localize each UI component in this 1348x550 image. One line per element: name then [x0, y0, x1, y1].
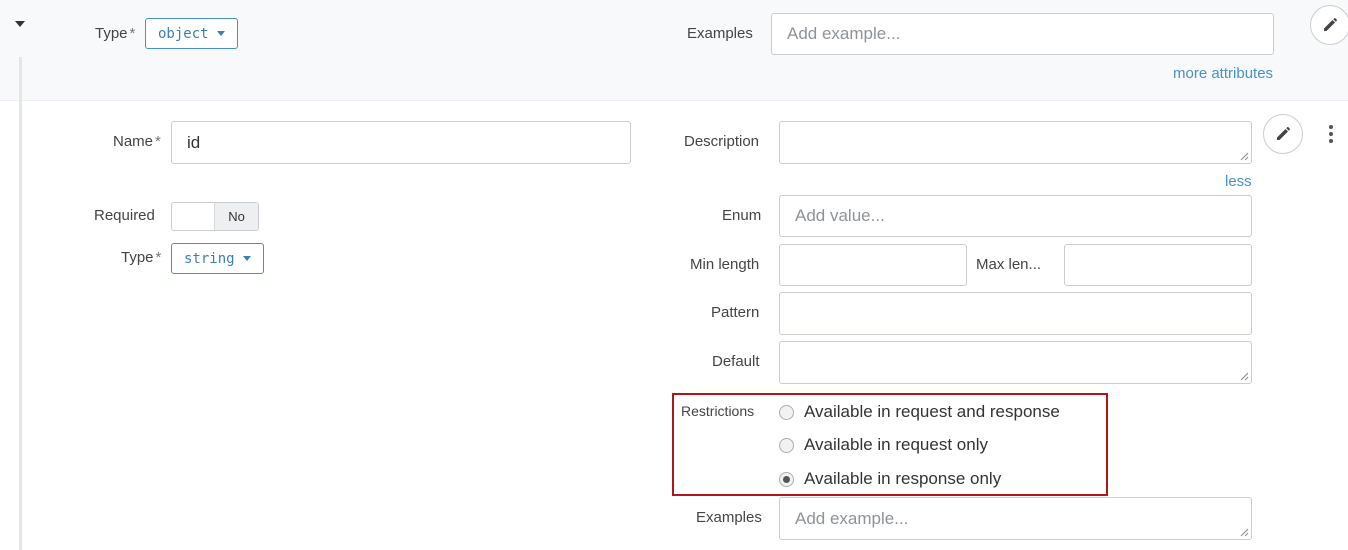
collapse-caret-icon[interactable] [15, 21, 25, 27]
radio-response-only[interactable]: Available in response only [779, 469, 1001, 489]
kebab-menu-icon[interactable] [1326, 125, 1336, 143]
required-toggle[interactable]: No [171, 202, 259, 231]
less-link[interactable]: less [1225, 173, 1252, 190]
resize-grip-icon[interactable] [1240, 528, 1249, 537]
name-value: id [187, 132, 201, 152]
required-mark: * [129, 25, 136, 42]
name-input[interactable]: id [171, 121, 631, 164]
pencil-icon [1277, 127, 1290, 140]
min-length-input[interactable] [779, 244, 967, 286]
required-mark: * [155, 133, 161, 150]
enum-label: Enum [722, 207, 762, 224]
radio-request-and-response[interactable]: Available in request and response [779, 402, 1060, 422]
property-edit-button[interactable] [1263, 114, 1303, 154]
radio-button-checked[interactable] [779, 471, 794, 487]
type-label: Type * [121, 249, 162, 266]
radio-button[interactable] [779, 404, 794, 420]
default-label: Default [712, 353, 760, 370]
nesting-rule [19, 57, 22, 550]
max-length-input[interactable] [1064, 244, 1252, 286]
parent-type-value: object [158, 25, 209, 42]
description-textarea[interactable] [779, 121, 1252, 164]
required-mark: * [155, 249, 162, 266]
examples-placeholder: Add example... [795, 508, 909, 528]
resize-grip-icon[interactable] [1240, 152, 1249, 161]
chevron-down-icon [216, 31, 225, 36]
type-value: string [184, 250, 235, 267]
enum-placeholder: Add value... [795, 206, 885, 225]
max-length-label: Max len... [976, 256, 1042, 273]
radio-label: Available in request and response [804, 402, 1060, 421]
parent-examples-placeholder: Add example... [787, 24, 901, 43]
parent-type-dropdown[interactable]: object [145, 18, 238, 49]
pattern-input[interactable] [779, 292, 1252, 335]
radio-label: Available in request only [804, 435, 988, 454]
parent-type-label: Type * [95, 25, 136, 42]
radio-label: Available in response only [804, 469, 1002, 488]
restrictions-label: Restrictions [681, 403, 755, 419]
enum-input[interactable]: Add value... [779, 195, 1252, 237]
examples-label: Examples [696, 509, 762, 526]
radio-button[interactable] [779, 437, 794, 453]
radio-request-only[interactable]: Available in request only [779, 435, 988, 455]
chevron-down-icon [242, 256, 251, 261]
pencil-icon [1324, 18, 1337, 31]
type-dropdown[interactable]: string [171, 243, 264, 274]
parent-examples-input[interactable]: Add example... [771, 13, 1274, 55]
pattern-label: Pattern [711, 304, 760, 321]
required-toggle-value: No [214, 203, 258, 230]
default-textarea[interactable] [779, 341, 1252, 384]
more-attributes-link[interactable]: more attributes [1173, 65, 1273, 82]
examples-textarea[interactable]: Add example... [779, 497, 1252, 540]
min-length-label: Min length [690, 256, 760, 273]
resize-grip-icon[interactable] [1240, 372, 1249, 381]
required-label: Required [94, 207, 155, 224]
description-label: Description [684, 133, 760, 150]
name-label: Name * [113, 133, 161, 150]
parent-edit-button[interactable] [1310, 5, 1348, 45]
parent-examples-label: Examples [687, 25, 753, 42]
